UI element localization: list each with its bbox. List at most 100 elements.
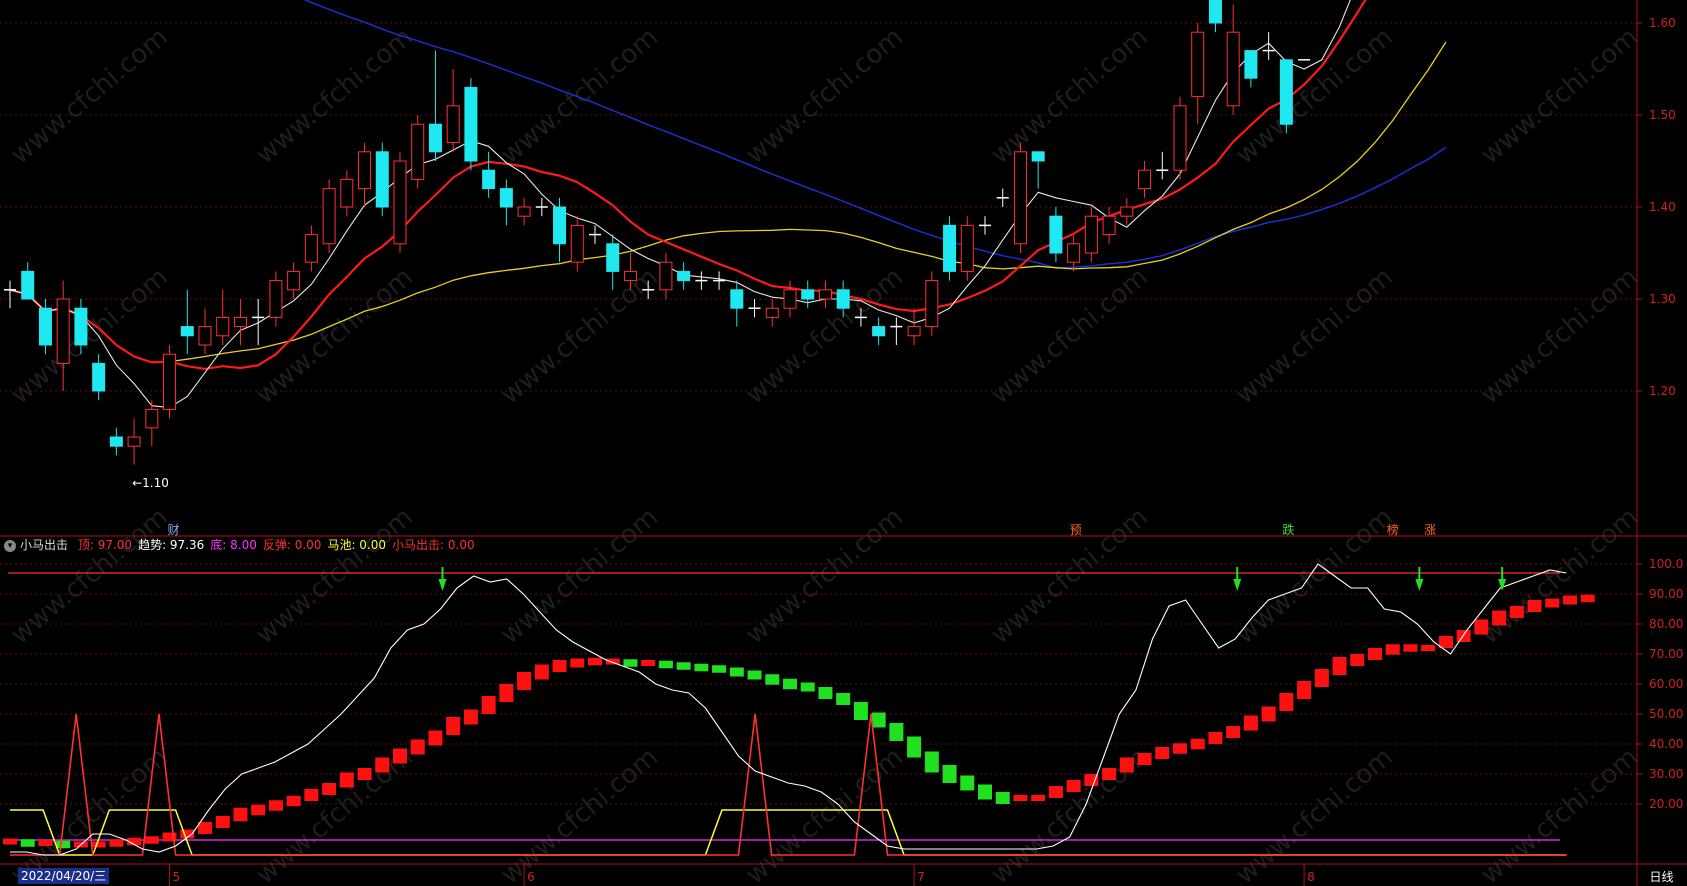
candle	[925, 271, 939, 336]
candle	[943, 216, 957, 281]
indicator-header: ▾ 小马出击 顶: 97.00 趋势: 97.36 底: 8.00 反弹: 0.00 马池…	[0, 536, 487, 556]
indicator-value-1: 趋势: 97.36	[138, 538, 205, 552]
signal-bar	[1456, 630, 1471, 642]
signal-bar	[1137, 753, 1152, 765]
y-tick-label: 1.60	[1649, 16, 1676, 30]
signal-bar	[623, 659, 638, 667]
indicator-value-2: 底: 8.00	[210, 538, 257, 552]
signal-bar	[357, 768, 372, 780]
y-tick-label: 1.50	[1649, 108, 1676, 122]
signal-bar	[818, 687, 833, 699]
candle-body	[499, 188, 513, 208]
y-tick-label: 90.00	[1649, 587, 1683, 601]
signal-bar	[1031, 795, 1046, 801]
signal-bar	[304, 789, 319, 801]
signal-bar	[1385, 644, 1400, 655]
y-tick-label: 70.00	[1649, 647, 1683, 661]
signal-bar	[889, 723, 904, 741]
signal-bar	[109, 839, 124, 847]
candle-body	[1013, 151, 1027, 245]
candle-body	[109, 436, 123, 447]
signal-bar	[1066, 780, 1081, 792]
signal-bar	[20, 839, 35, 847]
annotation: 榜	[1387, 522, 1399, 537]
candle-body	[570, 224, 584, 263]
signal-bar	[339, 772, 354, 788]
candle-body	[340, 178, 354, 208]
signal-bar	[1438, 636, 1453, 648]
y-tick-label: 1.40	[1649, 200, 1676, 214]
candle-body	[21, 270, 35, 300]
signal-bar	[552, 660, 567, 672]
signal-bar	[233, 807, 248, 822]
chart-background	[0, 0, 1687, 886]
signal-bar	[1527, 600, 1542, 612]
signal-bar	[1279, 693, 1294, 711]
signal-bar	[960, 775, 975, 791]
signal-bar	[1190, 738, 1205, 750]
candle-body	[428, 123, 442, 153]
candle-body	[198, 326, 212, 346]
signal-bar	[1243, 715, 1258, 731]
candle-body	[730, 289, 744, 309]
signal-bar	[570, 658, 585, 668]
signal-bar	[286, 795, 301, 807]
candle-body	[659, 261, 673, 291]
candle-body	[216, 316, 230, 337]
signal-bar	[1314, 669, 1329, 687]
signal-bar	[871, 712, 886, 728]
candle-body	[765, 307, 779, 318]
signal-bar	[499, 684, 514, 702]
candle-body	[38, 307, 52, 346]
indicator-value-4: 马池: 0.00	[327, 538, 387, 552]
signal-bar	[1261, 706, 1276, 722]
candle-body	[375, 151, 389, 208]
candle	[375, 142, 389, 217]
signal-bar	[978, 784, 992, 800]
y-tick-label: 1.30	[1649, 292, 1676, 306]
collapse-icon[interactable]: ▾	[4, 539, 16, 552]
candle-body	[783, 289, 797, 309]
period-label[interactable]: 日线	[1636, 868, 1687, 886]
annotation: 财	[168, 523, 180, 537]
y-tick-label: 80.00	[1649, 617, 1683, 631]
candle-body	[1102, 215, 1116, 236]
signal-bar	[1155, 747, 1170, 759]
signal-bar	[676, 662, 691, 670]
candle-body	[1244, 50, 1258, 79]
y-tick-label: 100.0	[1649, 557, 1683, 571]
candle-body	[287, 270, 301, 291]
candle-body	[322, 188, 336, 245]
candle-body	[269, 280, 283, 318]
candle-body	[482, 169, 496, 190]
signal-bar	[375, 757, 390, 773]
y-tick-label: 50.00	[1649, 707, 1683, 721]
signal-bar	[1048, 786, 1063, 798]
indicator-values: 顶: 97.00 趋势: 97.36 底: 8.00 反弹: 0.00 马池: 0.00…	[78, 538, 481, 552]
signal-bar	[1297, 681, 1312, 699]
candle-body	[464, 86, 478, 162]
annotation: 涨	[1424, 522, 1436, 537]
candle-body	[623, 270, 637, 282]
signal-bar	[641, 660, 656, 666]
candle-body	[92, 362, 106, 392]
signal-bar	[534, 664, 549, 680]
signal-bar	[446, 717, 461, 735]
candle-body	[233, 316, 247, 328]
candle-body	[1049, 215, 1063, 254]
candle-body	[517, 206, 531, 217]
signal-bar	[517, 672, 532, 690]
signal-bar	[712, 665, 727, 673]
signal-bar	[1580, 594, 1595, 603]
candle-body	[1208, 0, 1222, 24]
candle-body	[411, 123, 425, 180]
signal-bar	[268, 800, 283, 811]
candle-body	[163, 353, 177, 410]
candle-body	[1067, 243, 1081, 263]
signal-bar	[56, 840, 71, 849]
signal-bar	[658, 660, 673, 669]
signal-bar	[605, 658, 620, 665]
indicator-name[interactable]: 小马出击	[20, 538, 68, 552]
candle	[393, 151, 407, 253]
signal-bar	[410, 739, 425, 755]
